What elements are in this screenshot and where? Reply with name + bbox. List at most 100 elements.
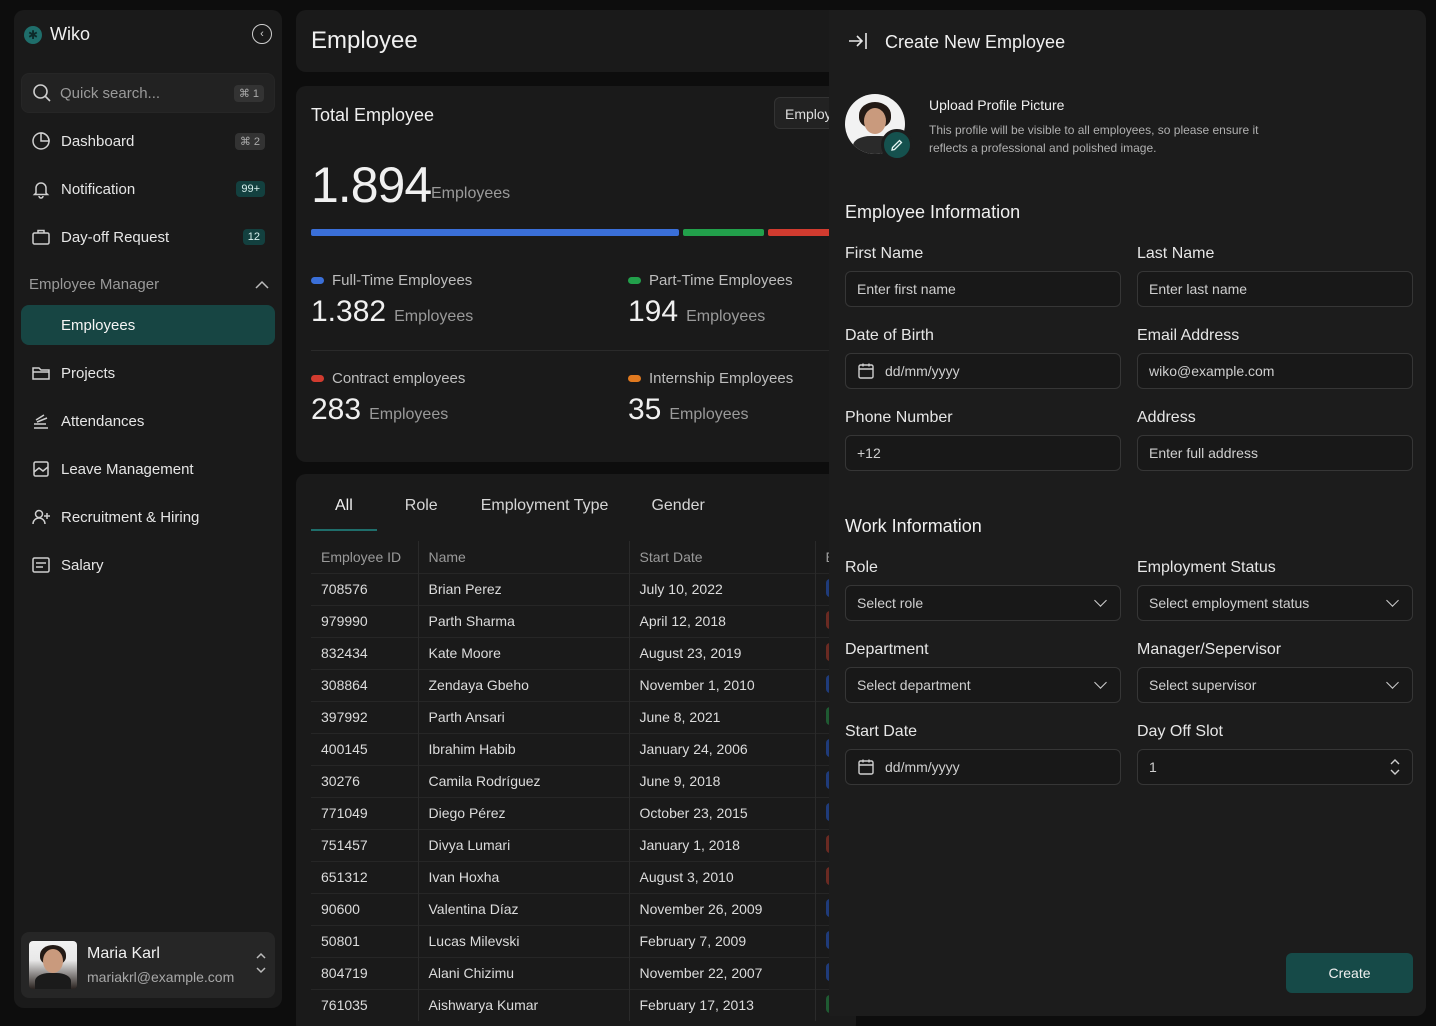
table-row[interactable]: 400145 Ibrahim Habib January 24, 2006 <box>311 732 856 765</box>
calendar-image-icon <box>31 459 51 479</box>
work-info-heading: Work Information <box>845 516 982 536</box>
collapse-sidebar-button[interactable]: ‹ <box>252 24 272 44</box>
cell-name: Diego Pérez <box>418 796 630 829</box>
email-field[interactable]: wiko@example.com <box>1137 353 1413 389</box>
stat-label: Contract employees <box>332 370 466 387</box>
table-row[interactable]: 979990 Parth Sharma April 12, 2018 <box>311 604 856 637</box>
day-off-slot-stepper[interactable]: 1 <box>1137 749 1413 785</box>
table-row[interactable]: 832434 Kate Moore August 23, 2019 <box>311 636 856 669</box>
sidebar-item-dashboard[interactable]: Dashboard ⌘ 2 <box>21 121 275 161</box>
edit-profile-picture-button[interactable] <box>881 129 913 161</box>
table-row[interactable]: 397992 Parth Ansari June 8, 2021 <box>311 700 856 733</box>
role-placeholder: Select role <box>857 595 924 611</box>
start-date-field[interactable]: dd/mm/yyyy <box>845 749 1121 785</box>
sidebar-item-attendances[interactable]: Attendances <box>21 401 275 441</box>
cell-name: Zendaya Gbeho <box>418 668 630 701</box>
contract-dot <box>311 375 324 382</box>
table-row[interactable]: 804719 Alani Chizimu November 22, 2007 <box>311 956 856 989</box>
tab-employment-type[interactable]: Employment Type <box>467 492 623 531</box>
stepper-arrows-icon[interactable] <box>1389 756 1401 778</box>
table-row[interactable]: 30276 Camila Rodríguez June 9, 2018 <box>311 764 856 797</box>
tab-gender[interactable]: Gender <box>637 492 718 531</box>
sidebar-item-label: Recruitment & Hiring <box>61 508 200 526</box>
employment-status-select[interactable]: Select employment status <box>1137 585 1413 621</box>
cell-employee-id: 400145 <box>311 732 419 765</box>
table-row[interactable]: 50801 Lucas Milevski February 7, 2009 <box>311 924 856 957</box>
table-row[interactable]: 761035 Aishwarya Kumar February 17, 2013 <box>311 988 856 1021</box>
dob-field[interactable]: dd/mm/yyyy <box>845 353 1121 389</box>
employment-status-label: Employment Status <box>1137 559 1276 576</box>
cell-name: Ivan Hoxha <box>418 860 630 893</box>
role-select[interactable]: Select role <box>845 585 1121 621</box>
sidebar-item-recruitment[interactable]: Recruitment & Hiring <box>21 497 275 537</box>
start-date-label: Start Date <box>845 723 918 740</box>
stat-unit: Employees <box>669 406 749 423</box>
cell-employee-id: 804719 <box>311 956 419 989</box>
stat-label: Internship Employees <box>649 370 794 387</box>
sidebar-item-projects[interactable]: Projects <box>21 353 275 393</box>
phone-label: Phone Number <box>845 409 953 426</box>
table-row[interactable]: 771049 Diego Pérez October 23, 2015 <box>311 796 856 829</box>
avatar <box>29 941 77 989</box>
cell-name: Brian Perez <box>418 572 630 605</box>
total-employee-count: 1.894 <box>311 157 432 213</box>
manager-placeholder: Select supervisor <box>1149 677 1257 693</box>
cell-employee-id: 761035 <box>311 988 419 1021</box>
cell-start-date: July 10, 2022 <box>629 572 816 605</box>
user-account-card[interactable]: Maria Karl mariakrl@example.com <box>21 932 275 998</box>
cell-start-date: June 9, 2018 <box>629 764 816 797</box>
brand[interactable]: ✱ Wiko <box>24 24 90 45</box>
employee-table-card: All Role Employment Type Gender Employee… <box>296 474 856 1026</box>
sidebar-item-day-off-request[interactable]: Day-off Request 12 <box>21 217 275 257</box>
employee-table: Employee ID Name Start Date E 708576Bria… <box>311 541 856 1021</box>
department-select[interactable]: Select department <box>845 667 1121 703</box>
address-field[interactable]: Enter full address <box>1137 435 1413 471</box>
sidebar-item-label: Attendances <box>61 412 145 430</box>
tab-role[interactable]: Role <box>391 492 452 531</box>
part-time-dot <box>628 277 641 284</box>
sidebar-item-salary[interactable]: Salary <box>21 545 275 585</box>
phone-placeholder: +12 <box>857 445 881 461</box>
stat-value: 283 <box>311 393 362 426</box>
sidebar-item-employees[interactable]: Employees <box>21 305 275 345</box>
column-header-employee-id[interactable]: Employee ID <box>311 541 419 573</box>
chevron-up-down-icon[interactable] <box>255 950 267 980</box>
create-button[interactable]: Create <box>1286 953 1413 993</box>
stack-icon <box>31 411 51 431</box>
last-name-field[interactable]: Enter last name <box>1137 271 1413 307</box>
notification-count-badge: 99+ <box>236 181 265 197</box>
create-employee-drawer: Create New Employee Upload Profile Pictu… <box>829 10 1426 1016</box>
quick-search[interactable]: Quick search... ⌘ 1 <box>21 73 275 113</box>
search-icon <box>33 84 51 102</box>
table-row[interactable]: 651312 Ivan Hoxha August 3, 2010 <box>311 860 856 893</box>
cell-start-date: February 7, 2009 <box>629 924 816 957</box>
manager-select[interactable]: Select supervisor <box>1137 667 1413 703</box>
cell-start-date: November 1, 2010 <box>629 668 816 701</box>
user-email: mariakrl@example.com <box>87 969 235 985</box>
upload-description: This profile will be visible to all empl… <box>929 123 1259 155</box>
table-row[interactable]: 708576 Brian Perez July 10, 2022 <box>311 572 856 605</box>
first-name-label: First Name <box>845 245 924 262</box>
first-name-field[interactable]: Enter first name <box>845 271 1121 307</box>
column-header-name[interactable]: Name <box>418 541 630 573</box>
table-row[interactable]: 751457 Divya Lumari January 1, 2018 <box>311 828 856 861</box>
cell-name: Valentina Díaz <box>418 892 630 925</box>
cell-employee-id: 30276 <box>311 764 419 797</box>
table-row[interactable]: 308864 Zendaya Gbeho November 1, 2010 <box>311 668 856 701</box>
contract-stat: Contract employees 283 Employees <box>311 370 465 427</box>
sidebar-item-notification[interactable]: Notification 99+ <box>21 169 275 209</box>
close-drawer-icon[interactable] <box>847 31 869 57</box>
folder-icon <box>31 363 51 383</box>
chevron-down-icon <box>1386 676 1399 689</box>
table-row[interactable]: 90600 Valentina Díaz November 26, 2009 <box>311 892 856 925</box>
sidebar-item-leave-management[interactable]: Leave Management <box>21 449 275 489</box>
phone-field[interactable]: +12 <box>845 435 1121 471</box>
part-time-bar <box>683 229 764 236</box>
cell-employee-id: 651312 <box>311 860 419 893</box>
tab-all[interactable]: All <box>311 492 377 531</box>
user-name: Maria Karl <box>87 945 160 962</box>
column-header-start-date[interactable]: Start Date <box>629 541 816 573</box>
page-title: Employee <box>311 27 418 54</box>
department-placeholder: Select department <box>857 677 971 693</box>
employee-manager-section-toggle[interactable]: Employee Manager <box>29 276 269 293</box>
